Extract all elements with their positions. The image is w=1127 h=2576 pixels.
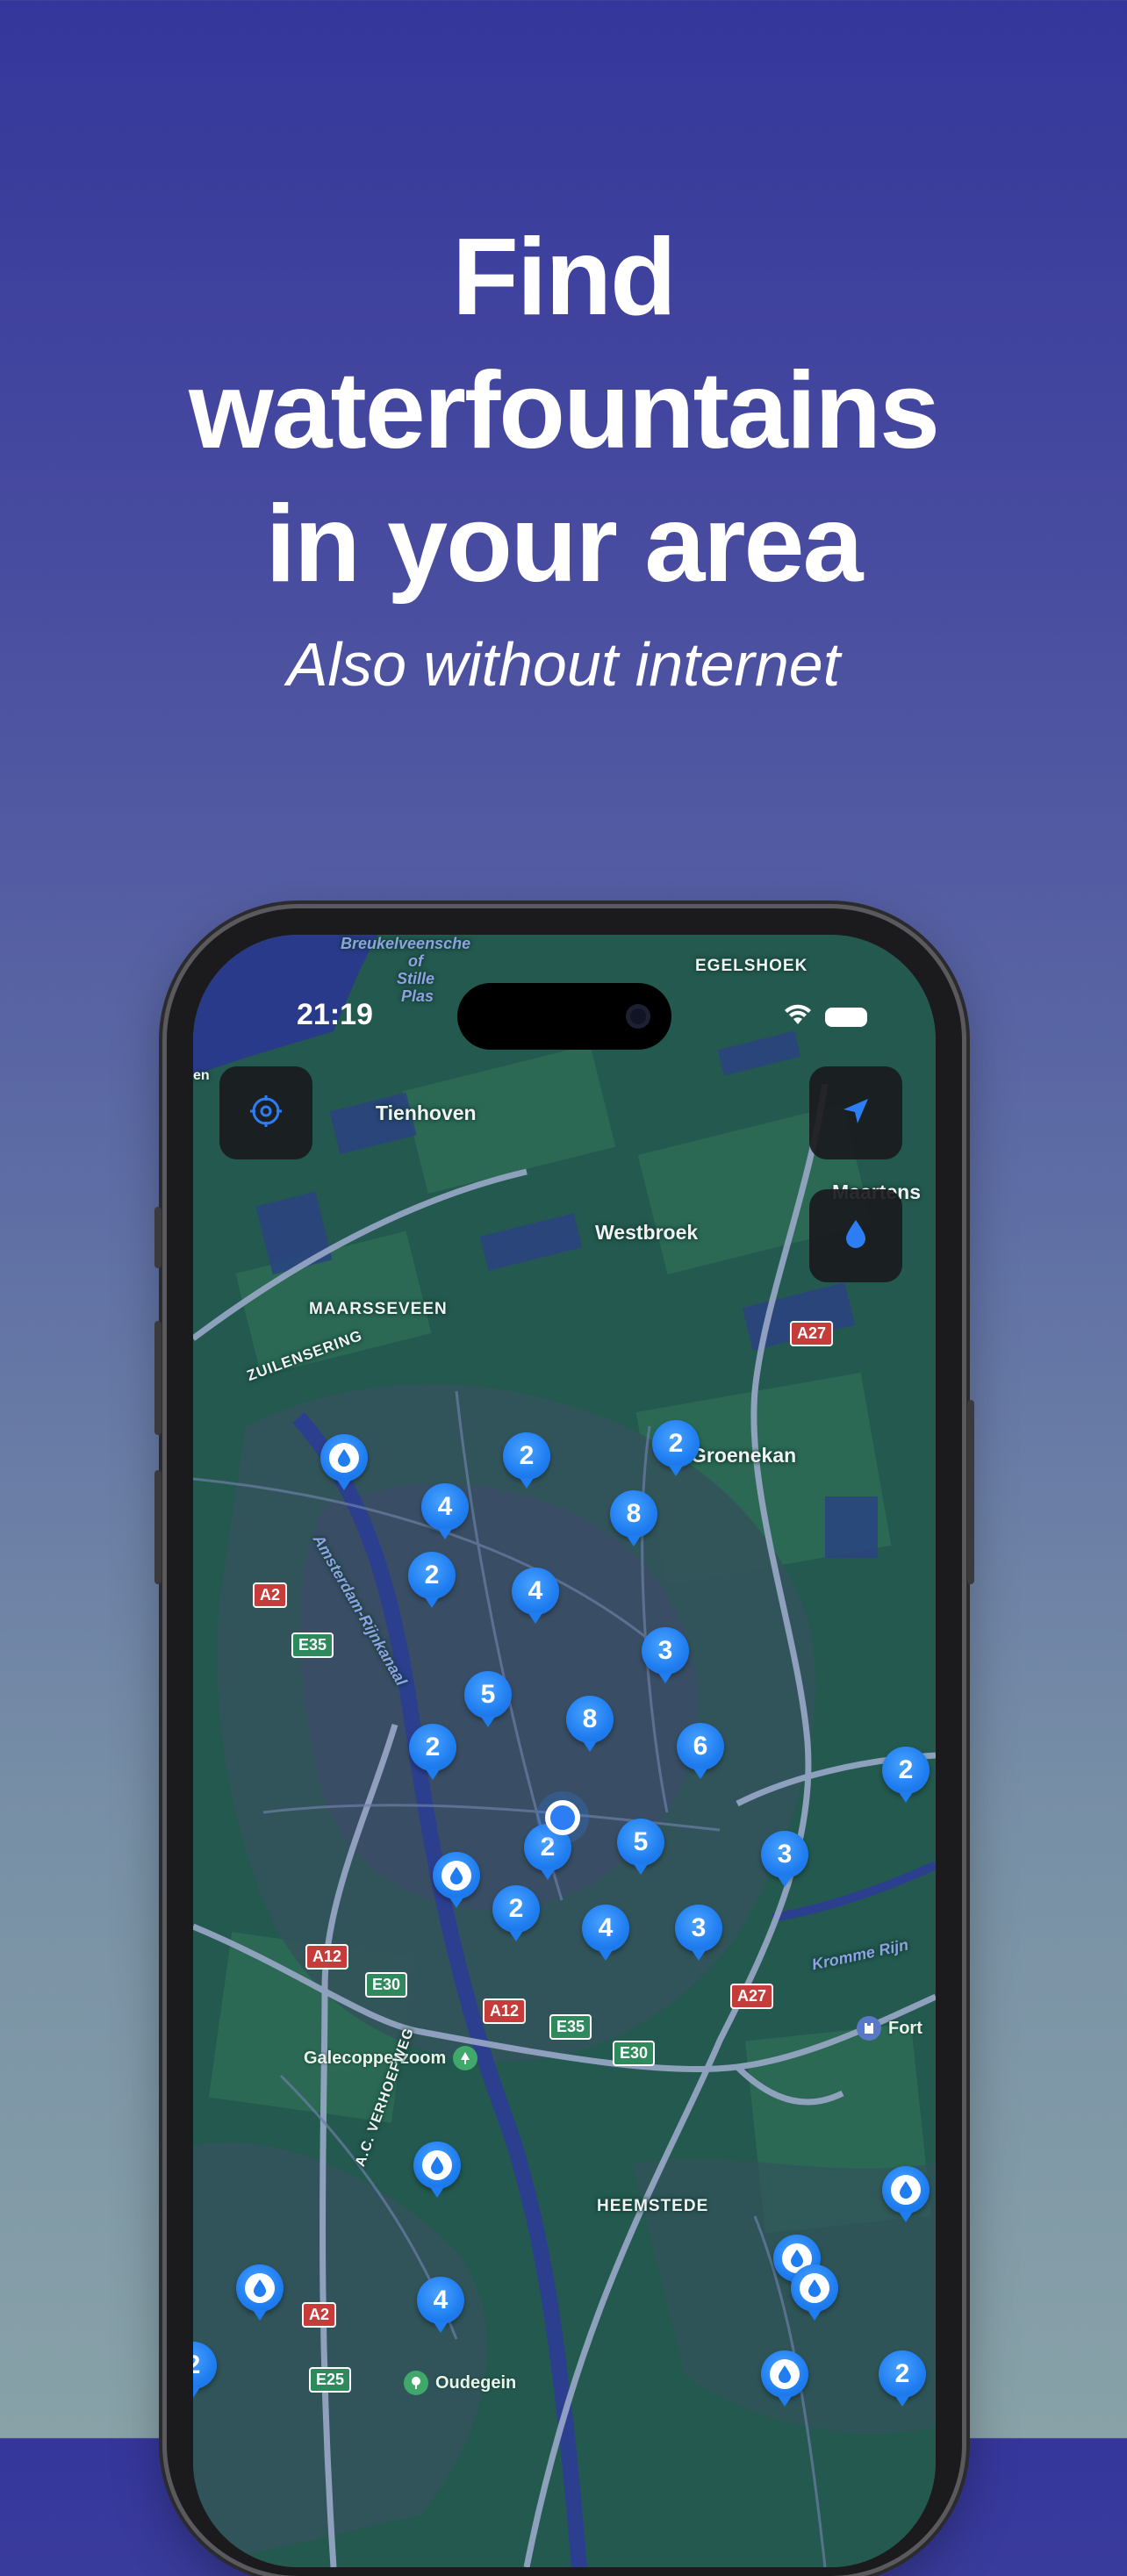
locate-me-button[interactable] (809, 1066, 902, 1159)
cluster-pin[interactable]: 6 (677, 1723, 724, 1779)
poi-oudegein-label: Oudegein (435, 2372, 517, 2393)
cluster-pin[interactable]: 2 (882, 1747, 930, 1803)
cluster-pin[interactable]: 8 (610, 1490, 657, 1546)
map-label-heemstede: HEEMSTEDE (597, 2197, 709, 2215)
status-indicators (783, 1003, 867, 1030)
headline-line-1: Find (452, 217, 677, 338)
poi-galecopperzoom-label: Galecopperzoom (304, 2048, 447, 2068)
cluster-pin[interactable]: 5 (617, 1819, 664, 1875)
fountain-pin[interactable] (413, 2142, 461, 2198)
location-arrow-icon (840, 1095, 872, 1131)
cluster-pin[interactable]: 4 (421, 1483, 469, 1539)
water-drop-icon (891, 2175, 921, 2205)
poi-fort: Fort (857, 2016, 922, 2041)
poi-fort-label: Fort (888, 2018, 922, 2038)
app-screen: Breukelveensche of Stille Plas EGELSHOEK… (193, 935, 936, 2567)
water-drop-icon (422, 2150, 452, 2180)
water-drop-icon (770, 2359, 800, 2389)
map-label-of: of (408, 952, 423, 970)
cluster-pin[interactable]: 2 (409, 1724, 456, 1780)
map-label-egelshoek: EGELSHOEK (695, 957, 808, 975)
cluster-pin[interactable]: 2 (492, 1885, 540, 1941)
map-label-plas: Plas (401, 987, 434, 1005)
road-shield-a27: A27 (790, 1321, 834, 1346)
volume-up-button (154, 1321, 162, 1435)
map-label-groenekan: Groenekan (691, 1444, 797, 1467)
road-shield-e35-center: E35 (549, 2014, 592, 2040)
water-drop-icon (843, 1218, 868, 1254)
road-shield-a2-bottom: A2 (302, 2302, 337, 2328)
cluster-pin[interactable]: 8 (566, 1696, 614, 1752)
cluster-pin[interactable]: 2 (503, 1432, 550, 1489)
park-icon (404, 2371, 428, 2395)
road-shield-e25: E25 (309, 2367, 352, 2393)
road-shield-a27-bottom: A27 (730, 1984, 774, 2009)
settings-button[interactable] (219, 1066, 312, 1159)
map-label-en: en (193, 1068, 210, 1083)
fountain-pin[interactable] (320, 1434, 368, 1490)
cluster-pin[interactable]: 3 (642, 1627, 689, 1683)
cluster-pin[interactable]: 3 (761, 1831, 808, 1887)
cluster-pin[interactable]: 4 (582, 1905, 629, 1961)
fountain-pin[interactable] (433, 1852, 480, 1908)
water-drop-icon (245, 2273, 275, 2303)
fountain-pin[interactable] (236, 2264, 284, 2321)
subheadline: Also without internet (286, 630, 841, 699)
cluster-pin[interactable]: 2 (652, 1420, 700, 1476)
cluster-pin[interactable]: 4 (417, 2277, 464, 2333)
user-location-dot (545, 1800, 580, 1835)
map-label-westbroek: Westbroek (595, 1221, 699, 1244)
phone-frame: Breukelveensche of Stille Plas EGELSHOEK… (154, 908, 974, 2576)
road-shield-a12: A12 (305, 1944, 349, 1970)
cluster-pin[interactable]: 5 (464, 1671, 512, 1727)
cluster-pin[interactable]: 4 (512, 1568, 559, 1624)
gear-icon (248, 1094, 284, 1133)
map-label-breukelveen: Breukelveensche (341, 935, 471, 952)
status-time: 21:19 (297, 998, 373, 1031)
road-shield-e35: E35 (291, 1632, 334, 1658)
volume-down-button (154, 1470, 162, 1584)
fountain-filter-button[interactable] (809, 1189, 902, 1282)
water-drop-icon (329, 1443, 359, 1473)
headline: Find waterfountains in your area (0, 211, 1127, 611)
road-shield-e30: E30 (365, 1972, 408, 1998)
dynamic-island (457, 983, 671, 1050)
road-shield-e30-center: E30 (613, 2041, 656, 2066)
action-button (154, 1207, 162, 1268)
fountain-pin[interactable] (882, 2166, 930, 2222)
map-label-maarsseveen: MAARSSEVEEN (309, 1300, 448, 1318)
water-drop-icon (800, 2273, 829, 2303)
road-shield-a12-center: A12 (483, 1998, 527, 2024)
map-label-stille: Stille (397, 970, 435, 987)
map-label-tienhoven: Tienhoven (376, 1101, 477, 1124)
headline-line-3: in your area (265, 484, 864, 605)
battery-icon (825, 1007, 867, 1027)
cluster-pin[interactable]: 2 (879, 2350, 926, 2407)
power-button (967, 1400, 974, 1584)
fountain-pin[interactable] (791, 2264, 838, 2321)
road-shield-a2: A2 (253, 1582, 288, 1608)
camera-icon (626, 1004, 650, 1029)
fountain-pin[interactable] (761, 2350, 808, 2407)
cluster-pin[interactable]: 2 (408, 1552, 456, 1608)
park-icon (453, 2046, 478, 2070)
headline-line-2: waterfountains (189, 350, 940, 471)
poi-oudegein: Oudegein (404, 2371, 516, 2395)
fort-icon (857, 2016, 881, 2041)
wifi-icon (783, 1003, 813, 1030)
water-drop-icon (441, 1861, 471, 1891)
cluster-pin[interactable]: 3 (675, 1905, 722, 1961)
